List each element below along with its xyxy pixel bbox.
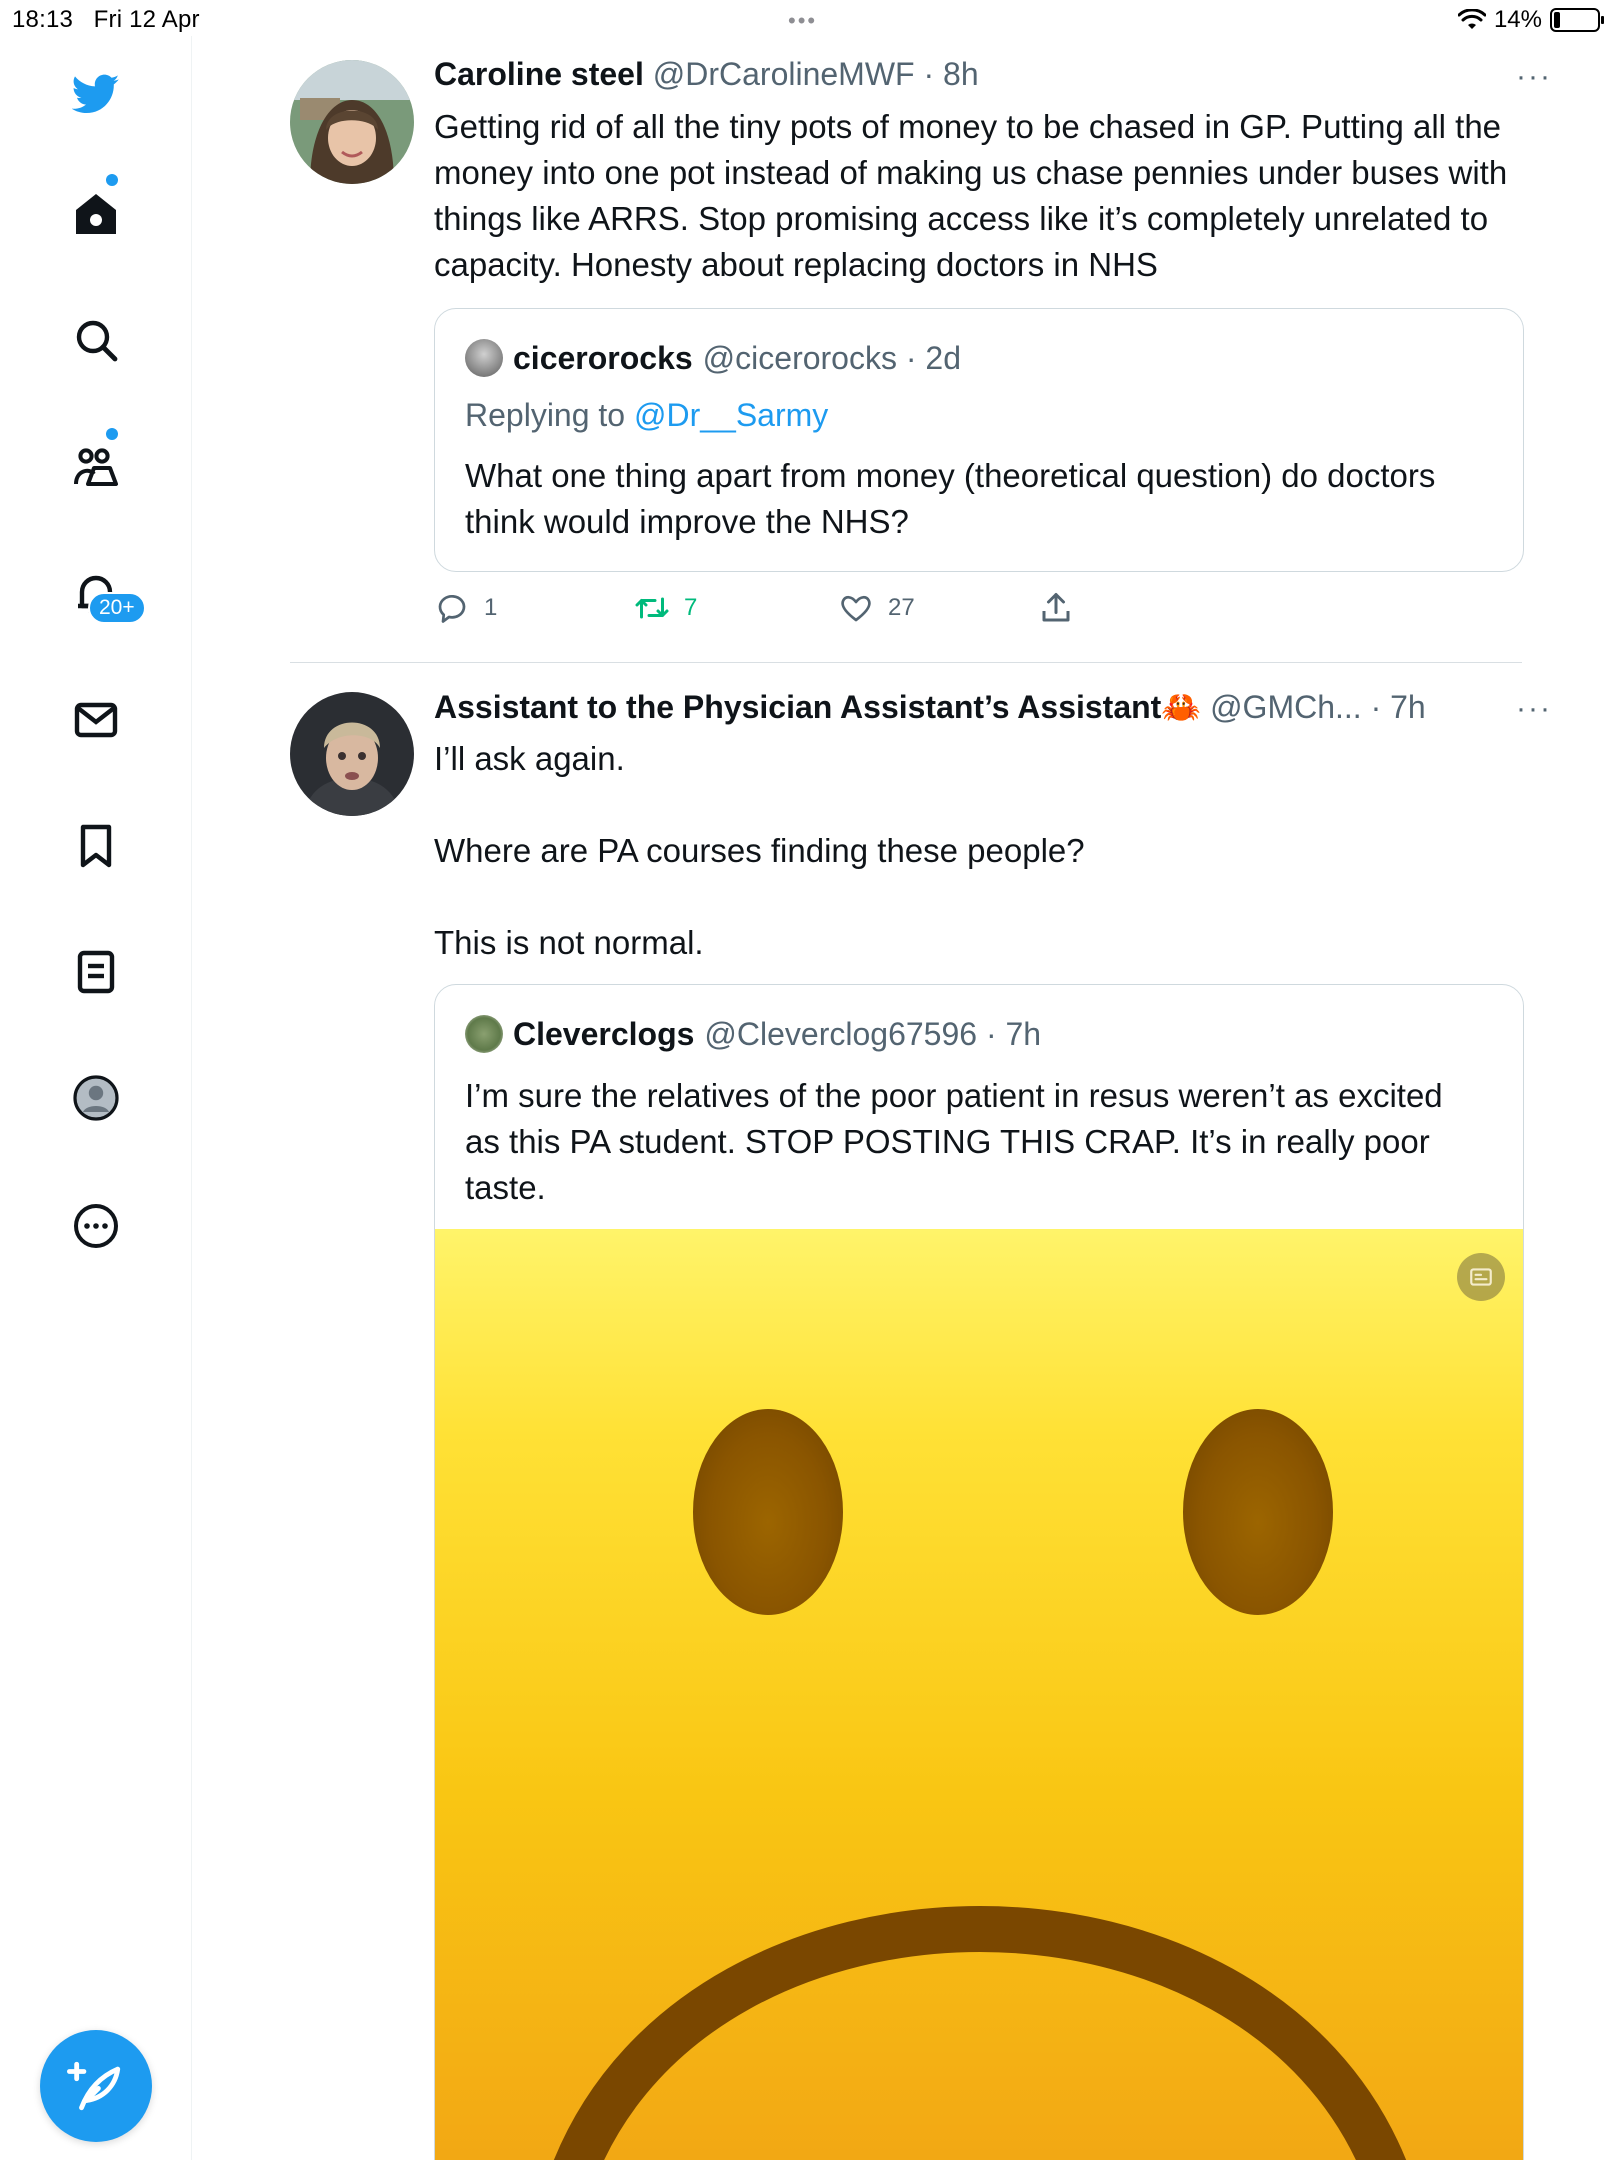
tweet-header: Caroline steel @DrCarolineMWF · 8h	[434, 56, 979, 93]
tweet-header: Assistant to the Physician Assistant’s A…	[434, 688, 1426, 726]
compose-tweet-icon	[67, 2061, 121, 2111]
tweet-more-button[interactable]: ···	[1516, 60, 1552, 94]
tweet-divider	[290, 662, 1522, 663]
multitask-dots[interactable]: •••	[788, 8, 817, 34]
twitter-logo-icon[interactable]	[68, 66, 124, 122]
author-handle-time[interactable]: @DrCarolineMWF · 8h	[653, 56, 979, 92]
reply-count: 1	[484, 594, 498, 621]
quoted-avatar	[465, 339, 503, 377]
quoted-avatar	[465, 1015, 503, 1053]
notifications-badge: 20+	[88, 592, 146, 624]
profile-icon[interactable]	[68, 1070, 124, 1126]
quoted-tweet-text: What one thing apart from money (theoret…	[465, 457, 1436, 540]
replying-to-link[interactable]: @Dr__Sarmy	[634, 397, 828, 433]
messages-icon[interactable]	[68, 692, 124, 748]
wifi-icon	[1457, 9, 1486, 29]
tweet-more-button[interactable]: ···	[1516, 692, 1552, 726]
replying-to-prefix: Replying to	[465, 397, 634, 433]
quoted-tweet-header: cicerorocks @cicerorocks · 2d	[465, 339, 961, 377]
bookmarks-icon[interactable]	[68, 818, 124, 874]
status-time: 18:13 Fri 12 Apr	[12, 6, 200, 34]
more-icon[interactable]	[68, 1198, 124, 1254]
avatar[interactable]	[290, 692, 414, 816]
quoted-author-handle-time: @cicerorocks · 2d	[702, 339, 961, 376]
media-badge-icon[interactable]	[1457, 1253, 1505, 1301]
date: Fri 12 Apr	[93, 6, 200, 33]
quoted-author-name: Cleverclogs	[513, 1015, 695, 1052]
share-icon	[1042, 593, 1070, 622]
retweet-icon	[635, 597, 669, 619]
compose-tweet-button[interactable]	[40, 2030, 152, 2142]
frown-mouth	[553, 1906, 1407, 2160]
quoted-tweet[interactable]: Cleverclogs @Cleverclog67596 · 7h I’m su…	[434, 984, 1524, 2160]
quoted-tweet[interactable]: cicerorocks @cicerorocks · 2d Replying t…	[434, 308, 1524, 572]
status-right: 14%	[1457, 6, 1604, 34]
author-handle-time[interactable]: @GMCh... · 7h	[1210, 689, 1426, 725]
quoted-author-name: cicerorocks	[513, 339, 693, 376]
author-name[interactable]: Assistant to the Physician Assistant’s A…	[434, 689, 1161, 725]
tweet-media-image[interactable]	[435, 1229, 1523, 2160]
communities-icon[interactable]	[68, 438, 124, 494]
tweet-text: I’ll ask again. Where are PA courses fin…	[434, 740, 1085, 961]
avatar[interactable]	[290, 60, 414, 184]
share-button[interactable]	[1038, 590, 1074, 626]
reply-icon	[438, 595, 466, 623]
battery-percent: 14%	[1493, 6, 1542, 33]
tweet-text: Getting rid of all the tiny pots of mone…	[434, 108, 1508, 283]
retweet-button[interactable]: 7	[634, 590, 697, 626]
heart-icon	[841, 595, 871, 622]
author-name[interactable]: Caroline steel	[434, 56, 644, 92]
communities-unread-dot	[106, 428, 118, 440]
reply-button[interactable]: 1	[434, 590, 497, 626]
quoted-author-handle-time: @Cleverclog67596 · 7h	[704, 1015, 1042, 1052]
quoted-tweet-header: Cleverclogs @Cleverclog67596 · 7h	[465, 1015, 1041, 1053]
home-unread-dot	[106, 174, 118, 186]
explore-icon[interactable]	[68, 312, 124, 368]
battery-icon	[1550, 8, 1604, 32]
crab-emoji: 🦀	[1161, 689, 1202, 725]
like-count: 27	[888, 594, 915, 621]
quoted-tweet-text: I’m sure the relatives of the poor patie…	[465, 1077, 1443, 1206]
clock: 18:13	[12, 6, 74, 33]
retweet-count: 7	[684, 594, 698, 621]
sidebar: 20+	[0, 36, 192, 2160]
home-icon[interactable]	[68, 186, 124, 242]
replying-to: Replying to @Dr__Sarmy	[465, 397, 828, 434]
tweet-actions: 1 7 27	[434, 590, 1134, 634]
like-button[interactable]: 27	[838, 590, 915, 626]
lists-icon[interactable]	[68, 944, 124, 1000]
